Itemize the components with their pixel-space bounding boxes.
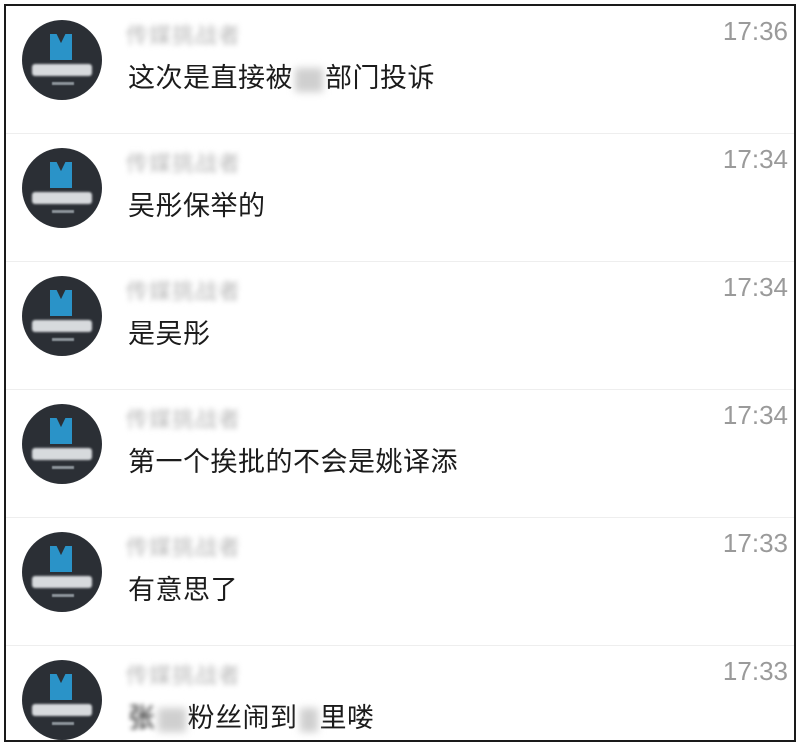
chat-row[interactable]: 传媒挑战者 17:33 张粉丝闹到 里喽 xyxy=(6,646,794,740)
avatar[interactable] xyxy=(22,404,102,484)
redacted-avatar-label xyxy=(32,576,92,588)
redacted-avatar-label xyxy=(32,448,92,460)
redacted-text xyxy=(295,67,323,92)
redacted-avatar-subtext xyxy=(52,210,74,213)
logo-icon xyxy=(50,546,72,572)
redacted-avatar-label xyxy=(32,704,92,716)
chat-row[interactable]: 传媒挑战者 17:34 第一个挨批的不会是姚译添 xyxy=(6,390,794,518)
sender-name: 传媒挑战者 xyxy=(126,280,242,305)
avatar[interactable] xyxy=(22,148,102,228)
message-text: 张粉丝闹到 里喽 xyxy=(128,703,375,734)
chat-row[interactable]: 传媒挑战者 17:33 有意思了 xyxy=(6,518,794,646)
logo-icon xyxy=(50,674,72,700)
chat-row[interactable]: 传媒挑战者 17:36 这次是直接被 部门投诉 xyxy=(6,6,794,134)
logo-icon xyxy=(50,162,72,188)
sender-name: 传媒挑战者 xyxy=(126,152,242,177)
avatar[interactable] xyxy=(22,20,102,100)
message-time: 17:33 xyxy=(722,656,788,686)
redacted-avatar-label xyxy=(32,64,92,76)
message-text: 是吴彤 xyxy=(128,319,211,350)
message-time: 17:34 xyxy=(722,400,788,430)
logo-icon xyxy=(50,418,72,444)
chat-row[interactable]: 传媒挑战者 17:34 是吴彤 xyxy=(6,262,794,390)
redacted-avatar-label xyxy=(32,320,92,332)
sender-name: 传媒挑战者 xyxy=(126,664,242,689)
sender-name: 传媒挑战者 xyxy=(126,536,242,561)
redacted-avatar-subtext xyxy=(52,466,74,469)
redacted-text xyxy=(299,707,318,732)
redacted-avatar-subtext xyxy=(52,82,74,85)
redacted-text xyxy=(157,707,186,732)
redacted-avatar-subtext xyxy=(52,594,74,597)
message-time: 17:34 xyxy=(722,272,788,302)
logo-icon xyxy=(50,290,72,316)
redacted-avatar-subtext xyxy=(52,722,74,725)
message-text: 吴彤保举的 xyxy=(128,191,266,222)
message-time: 17:33 xyxy=(722,528,788,558)
redacted-avatar-label xyxy=(32,192,92,204)
sender-name: 传媒挑战者 xyxy=(126,408,242,433)
avatar[interactable] xyxy=(22,660,102,740)
message-text: 这次是直接被 部门投诉 xyxy=(128,63,435,94)
message-time: 17:34 xyxy=(722,144,788,174)
message-time: 17:36 xyxy=(722,16,788,46)
chat-list: 传媒挑战者 17:36 这次是直接被 部门投诉 传媒挑战者 17:34 吴彤保举的… xyxy=(4,4,796,742)
sender-name: 传媒挑战者 xyxy=(126,24,242,49)
logo-icon xyxy=(50,34,72,60)
avatar[interactable] xyxy=(22,532,102,612)
message-text: 有意思了 xyxy=(128,575,238,606)
chat-row[interactable]: 传媒挑战者 17:34 吴彤保举的 xyxy=(6,134,794,262)
avatar[interactable] xyxy=(22,276,102,356)
redacted-avatar-subtext xyxy=(52,338,74,341)
message-text: 第一个挨批的不会是姚译添 xyxy=(128,447,458,478)
